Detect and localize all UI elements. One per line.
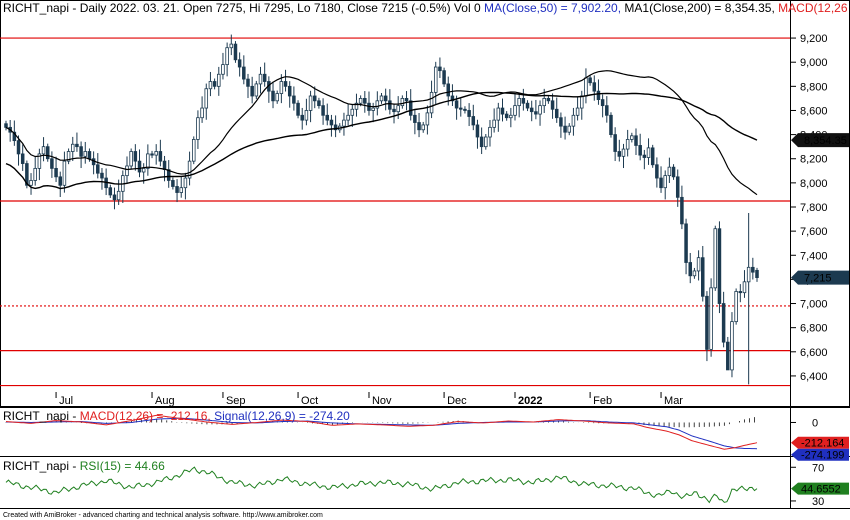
svg-text:-274.199: -274.199 xyxy=(801,450,844,462)
y-tick-label: 9,000 xyxy=(800,57,828,69)
x-tick-label: Nov xyxy=(372,395,392,407)
macd-header: RICHT_napi - MACD(12,26) = -212.16, Sign… xyxy=(3,409,350,423)
close-value-tag: 7,215 xyxy=(791,270,849,285)
x-tick-label: 2022 xyxy=(518,395,542,407)
candle xyxy=(233,41,238,63)
y-tick-label: 8,800 xyxy=(800,81,828,93)
y-tick-label: 7,600 xyxy=(800,226,828,238)
background xyxy=(0,0,850,520)
macd-value-tag: -212.164 xyxy=(791,436,849,450)
price-header: RICHT_napi - Daily 2022. 03. 21. Open 72… xyxy=(3,1,848,15)
x-tick-label: Jul xyxy=(59,395,73,407)
candle xyxy=(296,100,300,119)
rsi-tick-label: 70 xyxy=(812,462,824,474)
candle xyxy=(734,288,738,325)
x-tick-label: Dec xyxy=(447,395,467,407)
chart-canvas: 6,4006,6006,8007,0007,2007,4007,6007,800… xyxy=(0,0,850,520)
y-tick-label: 7,400 xyxy=(800,250,828,262)
x-tick-label: Sep xyxy=(226,395,246,407)
svg-text:44.6552: 44.6552 xyxy=(801,484,841,496)
rsi-tick-label: 30 xyxy=(812,496,824,508)
y-tick-label: 6,600 xyxy=(800,347,828,359)
macd-header-macd: MACD(12,26) = -212.16, xyxy=(80,409,214,423)
svg-text:8,354.35: 8,354.35 xyxy=(804,135,847,147)
y-tick-label: 7,000 xyxy=(800,299,828,311)
signal-value-tag: -274.199 xyxy=(791,448,849,462)
macd-header-signal: Signal(12,26,9) = -274.20 xyxy=(214,409,350,423)
macd-header-prefix: RICHT_napi - xyxy=(3,409,80,423)
y-tick-label: 9,200 xyxy=(800,33,828,45)
x-tick-label: Mar xyxy=(664,395,683,407)
y-tick-label: 7,800 xyxy=(800,202,828,214)
ma200-value-tag: 8,354.35 xyxy=(791,133,849,148)
candle xyxy=(717,221,722,314)
price-header-ma200: MA1(Close,200) = 8,354.35, xyxy=(624,1,778,15)
svg-text:7,215: 7,215 xyxy=(804,273,832,285)
rsi-value-tag: 44.6552 xyxy=(791,482,849,496)
macd-tick-label: 0 xyxy=(812,417,818,429)
candle xyxy=(129,148,133,169)
macd-value-tags: -212.164-274.199 xyxy=(791,436,849,462)
price-header-prefix: RICHT_napi - Daily 2022. 03. 21. Open 72… xyxy=(3,1,484,15)
price-header-macd: MACD(12,26 xyxy=(778,1,848,15)
y-tick-label: 8,600 xyxy=(800,105,828,117)
candle xyxy=(713,225,718,291)
candle xyxy=(45,143,50,162)
candle xyxy=(442,67,446,87)
candle xyxy=(254,80,259,100)
svg-text:-212.164: -212.164 xyxy=(801,438,844,450)
price-header-ma50: MA(Close,50) = 7,902.20, xyxy=(484,1,624,15)
rsi-header-rsi: RSI(15) = 44.66 xyxy=(80,459,165,473)
y-tick-label: 6,800 xyxy=(800,323,828,335)
rsi-header: RICHT_napi - RSI(15) = 44.66 xyxy=(3,459,165,473)
x-tick-label: Aug xyxy=(155,395,175,407)
candle xyxy=(730,312,734,378)
x-tick-label: Oct xyxy=(301,395,318,407)
footer-credit: Created with AmiBroker - advanced charti… xyxy=(3,512,323,519)
rsi-header-prefix: RICHT_napi - xyxy=(3,459,80,473)
x-tick-label: Feb xyxy=(593,395,612,407)
y-tick-label: 6,400 xyxy=(800,371,828,383)
rsi-value-tags: 44.6552 xyxy=(791,482,849,496)
y-tick-label: 8,000 xyxy=(800,178,828,190)
candle xyxy=(191,136,196,165)
candle xyxy=(709,278,713,357)
candle xyxy=(609,112,613,138)
y-tick-label: 8,200 xyxy=(800,154,828,166)
candle xyxy=(650,144,655,168)
candle xyxy=(726,336,730,371)
